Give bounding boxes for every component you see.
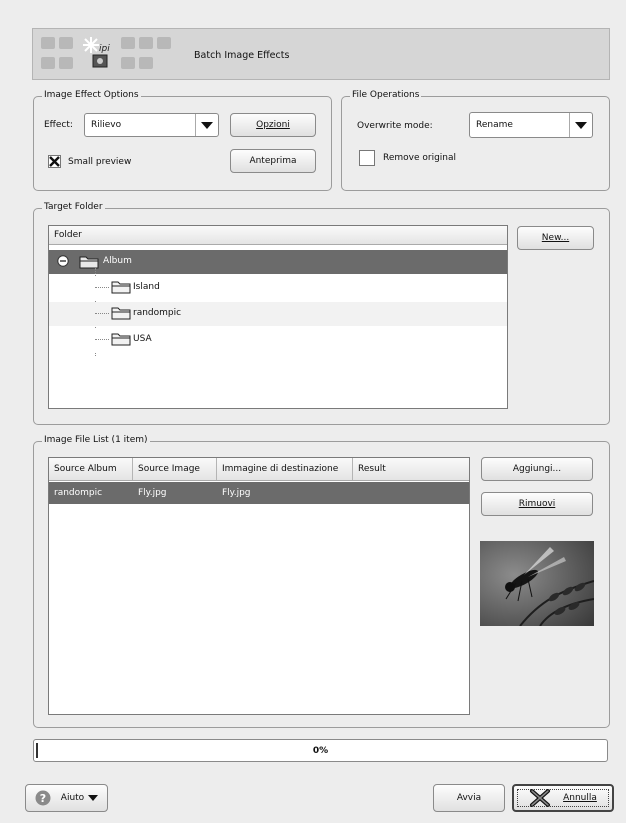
header-banner: ipi Batch Image Effects [32,28,610,80]
column-header-result[interactable]: Result [353,458,469,480]
logo-tile [59,37,73,49]
kipi-logo-icon: ipi [81,35,117,73]
focus-ring [517,789,609,807]
logo-tile [121,57,135,69]
logo-tile [41,37,55,49]
start-button-label: Avvia [456,793,482,803]
tree-item-label: USA [133,334,152,344]
group-legend: Image Effect Options [42,90,141,100]
column-header-folder[interactable]: Folder [49,226,507,244]
logo-tile [121,37,135,49]
tree-row-randompic[interactable]: randompic [49,302,507,326]
options-button[interactable]: Opzioni [230,113,316,137]
tree-item-label: randompic [133,308,182,318]
tree-item-label: Album [103,256,132,266]
column-header-destination[interactable]: Immagine di destinazione [217,458,353,480]
checkmark-x-icon [49,156,60,167]
overwrite-mode-value: Rename [476,120,513,130]
help-button[interactable]: ? Aiuto [25,784,108,812]
remove-original-checkbox[interactable] [359,150,375,166]
tree-row-album[interactable]: Album [49,250,507,274]
progress-bar: 0% [33,739,608,762]
window-title: Batch Image Effects [194,50,290,61]
tree-connector [95,313,109,314]
folder-icon [111,307,131,320]
progress-text: 0% [312,746,329,756]
tree-connector [95,287,109,288]
chevron-down-icon [195,114,218,136]
target-folder-group: Target Folder Folder Album Island random… [33,202,610,425]
new-folder-button-label: New... [541,233,570,243]
group-legend: File Operations [350,90,422,100]
chevron-down-icon [569,113,592,137]
logo-tile [139,57,153,69]
add-images-button-label: Aggiungi... [512,464,562,474]
folder-tree[interactable]: Folder Album Island randompic USA [48,225,508,409]
small-preview-label: Small preview [68,157,132,167]
overwrite-mode-label: Overwrite mode: [357,121,433,131]
cancel-button[interactable]: Annulla [512,784,614,812]
chevron-down-icon [88,795,99,801]
table-header: Source Album Source Image Immagine di de… [49,458,469,481]
folder-icon [111,281,131,294]
overwrite-mode-select[interactable]: Rename [469,112,593,138]
start-button[interactable]: Avvia [433,784,505,812]
group-legend: Target Folder [42,202,105,212]
tree-row-island[interactable]: Island [49,276,507,300]
tree-header: Folder [49,226,507,245]
remove-images-button[interactable]: Rimuovi [481,492,593,516]
cell-source-album: randompic [54,488,103,498]
tree-connector [95,339,109,340]
preview-button-label: Anteprima [249,156,297,166]
folder-icon [111,333,131,346]
image-effect-options-group: Image Effect Options Effect: Rilievo Opz… [33,90,332,191]
effect-select-value: Rilievo [91,120,122,130]
collapse-icon[interactable] [57,255,69,267]
svg-text:ipi: ipi [99,44,110,54]
svg-text:?: ? [40,792,46,805]
image-preview-thumbnail [480,541,594,626]
tree-row-usa[interactable]: USA [49,328,507,352]
options-button-label: Opzioni [256,120,290,130]
column-header-source-image[interactable]: Source Image [133,458,217,480]
help-icon: ? [35,790,51,806]
small-preview-checkbox[interactable] [48,155,61,168]
help-button-label: Aiuto [60,793,85,803]
logo-tile [41,57,55,69]
folder-open-icon [79,256,99,269]
cell-source-image: Fly.jpg [138,488,167,498]
effect-select[interactable]: Rilievo [84,113,219,137]
cell-destination: Fly.jpg [222,488,251,498]
add-images-button[interactable]: Aggiungi... [481,457,593,481]
tree-item-label: Island [133,282,160,292]
new-folder-button[interactable]: New... [517,226,594,250]
preview-button[interactable]: Anteprima [230,149,316,173]
file-operations-group: File Operations Overwrite mode: Rename R… [341,90,610,191]
logo-tile [157,37,171,49]
remove-images-button-label: Rimuovi [518,499,556,509]
image-file-list-group: Image File List (1 item) Source Album So… [33,435,610,728]
table-row[interactable]: randompic Fly.jpg Fly.jpg [49,482,469,504]
logo-tile [59,57,73,69]
effect-label: Effect: [44,120,73,130]
image-file-table[interactable]: Source Album Source Image Immagine di de… [48,457,470,715]
column-header-source-album[interactable]: Source Album [49,458,133,480]
remove-original-label: Remove original [383,153,457,163]
group-legend: Image File List (1 item) [42,435,150,445]
logo-tile [139,37,153,49]
